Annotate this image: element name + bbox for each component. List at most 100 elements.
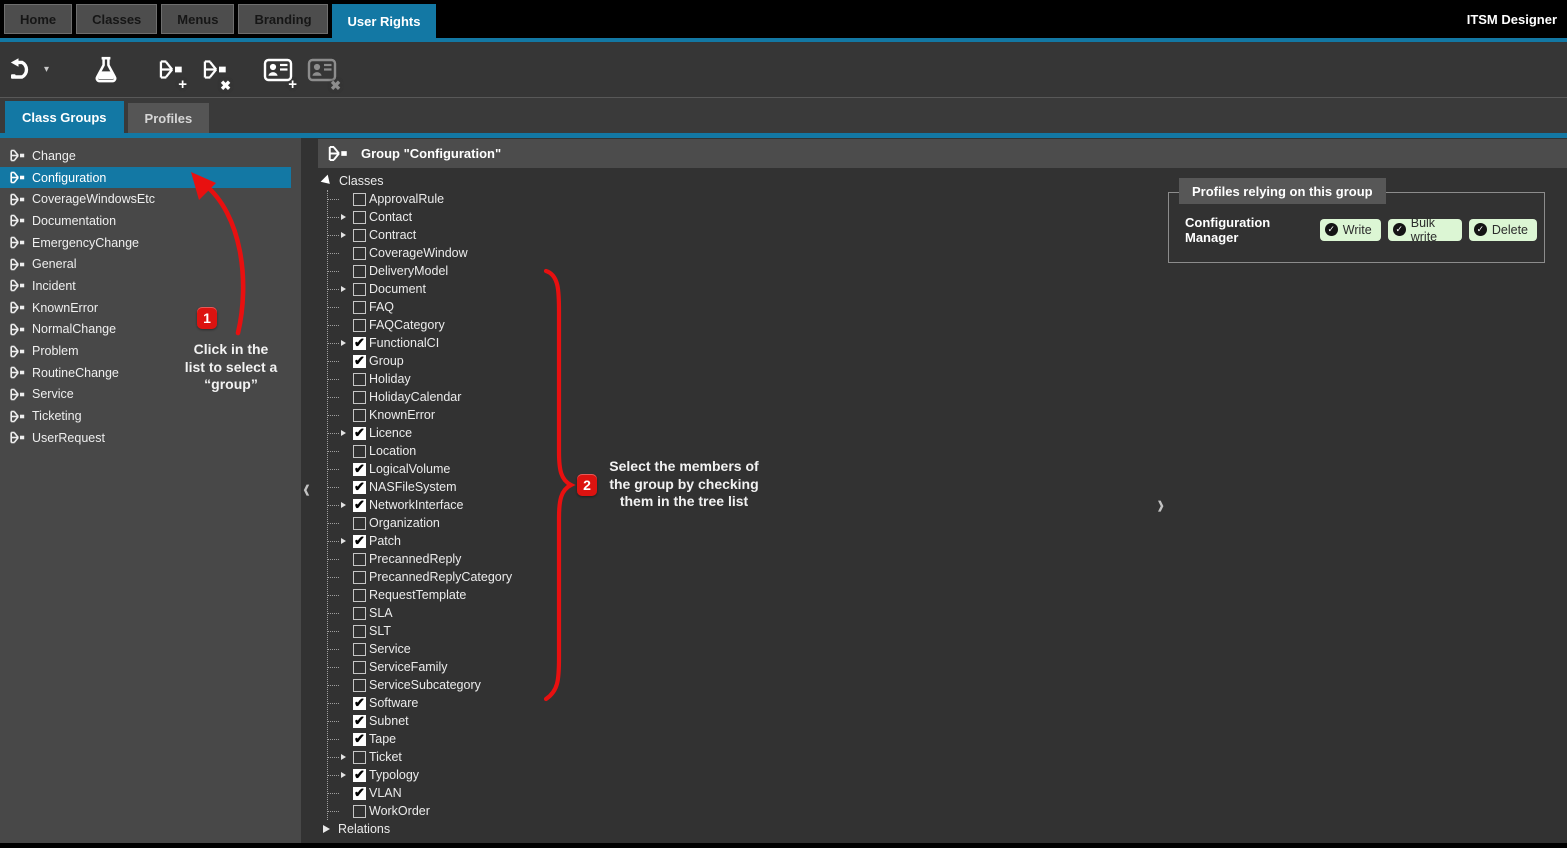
sidebar-item-ticketing[interactable]: Ticketing [0,405,291,427]
class-checkbox[interactable] [353,805,366,818]
tree-row-approvalrule[interactable]: ApprovalRule [328,190,512,208]
tree-row-group[interactable]: Group [328,352,512,370]
class-checkbox[interactable] [353,697,366,710]
class-checkbox[interactable] [353,481,366,494]
tree-row-vlan[interactable]: VLAN [328,784,512,802]
sidebar-item-documentation[interactable]: Documentation [0,210,291,232]
tree-row-holiday[interactable]: Holiday [328,370,512,388]
tree-row-contact[interactable]: Contact [328,208,512,226]
tree-row-workorder[interactable]: WorkOrder [328,802,512,820]
nav-tab-classes[interactable]: Classes [76,4,157,34]
class-checkbox[interactable] [353,229,366,242]
class-checkbox[interactable] [353,607,366,620]
tree-row-knownerror[interactable]: KnownError [328,406,512,424]
class-checkbox[interactable] [353,391,366,404]
class-checkbox[interactable] [353,373,366,386]
expand-arrow-icon[interactable] [341,340,346,346]
tree-row-contract[interactable]: Contract [328,226,512,244]
class-checkbox[interactable] [353,283,366,296]
subtab-profiles[interactable]: Profiles [128,103,210,133]
tree-row-servicefamily[interactable]: ServiceFamily [328,658,512,676]
add-profile-button[interactable]: + [263,50,293,90]
tree-row-coveragewindow[interactable]: CoverageWindow [328,244,512,262]
tree-row-location[interactable]: Location [328,442,512,460]
nav-tab-home[interactable]: Home [4,4,72,34]
subtab-class-groups[interactable]: Class Groups [5,101,124,133]
tree-row-requesttemplate[interactable]: RequestTemplate [328,586,512,604]
collapse-icon[interactable] [321,175,334,188]
class-checkbox[interactable] [353,715,366,728]
tree-row-software[interactable]: Software [328,694,512,712]
sidebar-item-knownerror[interactable]: KnownError [0,297,291,319]
undo-dropdown-button[interactable]: ▾ [40,50,49,90]
tree-row-faq[interactable]: FAQ [328,298,512,316]
tree-row-precannedreply[interactable]: PrecannedReply [328,550,512,568]
tree-row-ticket[interactable]: Ticket [328,748,512,766]
sidebar-item-incident[interactable]: Incident [0,275,291,297]
class-checkbox[interactable] [353,535,366,548]
class-checkbox[interactable] [353,589,366,602]
tree-row-servicesubcategory[interactable]: ServiceSubcategory [328,676,512,694]
tree-row-service[interactable]: Service [328,640,512,658]
expand-arrow-icon[interactable] [341,286,346,292]
sidebar-item-general[interactable]: General [0,253,291,275]
class-checkbox[interactable] [353,733,366,746]
tree-root-relations[interactable]: Relations [322,820,512,838]
class-checkbox[interactable] [353,661,366,674]
class-checkbox[interactable] [353,751,366,764]
add-class-group-button[interactable]: + [159,50,183,90]
tree-row-tape[interactable]: Tape [328,730,512,748]
expand-icon[interactable] [323,825,330,833]
tree-row-subnet[interactable]: Subnet [328,712,512,730]
tree-root-classes[interactable]: Classes [322,172,512,190]
expand-arrow-icon[interactable] [341,754,346,760]
tree-row-sla[interactable]: SLA [328,604,512,622]
class-checkbox[interactable] [353,337,366,350]
class-checkbox[interactable] [353,445,366,458]
expand-arrow-icon[interactable] [341,538,346,544]
class-checkbox[interactable] [353,319,366,332]
tree-row-typology[interactable]: Typology [328,766,512,784]
delete-class-group-button[interactable]: ✖ [203,50,227,90]
tree-row-holidaycalendar[interactable]: HolidayCalendar [328,388,512,406]
class-checkbox[interactable] [353,247,366,260]
sidebar-item-userrequest[interactable]: UserRequest [0,427,291,449]
tree-row-deliverymodel[interactable]: DeliveryModel [328,262,512,280]
class-checkbox[interactable] [353,643,366,656]
tree-row-logicalvolume[interactable]: LogicalVolume [328,460,512,478]
sidebar-item-change[interactable]: Change [0,145,291,167]
class-checkbox[interactable] [353,679,366,692]
tree-row-patch[interactable]: Patch [328,532,512,550]
tree-row-precannedreplycategory[interactable]: PrecannedReplyCategory [328,568,512,586]
class-checkbox[interactable] [353,499,366,512]
tree-row-slt[interactable]: SLT [328,622,512,640]
sidebar-item-normalchange[interactable]: NormalChange [0,319,291,341]
sidebar-item-coveragewindowsetc[interactable]: CoverageWindowsEtc [0,188,291,210]
sidebar-item-emergencychange[interactable]: EmergencyChange [0,232,291,254]
class-checkbox[interactable] [353,409,366,422]
class-checkbox[interactable] [353,571,366,584]
tree-row-networkinterface[interactable]: NetworkInterface [328,496,512,514]
tree-row-faqcategory[interactable]: FAQCategory [328,316,512,334]
class-checkbox[interactable] [353,769,366,782]
class-checkbox[interactable] [353,463,366,476]
undo-button[interactable] [8,50,38,90]
test-mode-button[interactable] [93,50,119,90]
class-checkbox[interactable] [353,193,366,206]
tree-row-functionalci[interactable]: FunctionalCI [328,334,512,352]
tree-row-licence[interactable]: Licence [328,424,512,442]
tree-row-organization[interactable]: Organization [328,514,512,532]
expand-arrow-icon[interactable] [341,214,346,220]
collapse-sidebar-icon[interactable]: ❰ [302,485,311,496]
class-checkbox[interactable] [353,517,366,530]
nav-tab-branding[interactable]: Branding [238,4,327,34]
class-checkbox[interactable] [353,265,366,278]
sidebar-item-configuration[interactable]: Configuration [0,167,291,189]
expand-arrow-icon[interactable] [341,232,346,238]
expand-panel-icon[interactable]: ❱ [1156,501,1165,512]
tree-row-nasfilesystem[interactable]: NASFileSystem [328,478,512,496]
class-checkbox[interactable] [353,301,366,314]
expand-arrow-icon[interactable] [341,772,346,778]
class-checkbox[interactable] [353,355,366,368]
expand-arrow-icon[interactable] [341,502,346,508]
